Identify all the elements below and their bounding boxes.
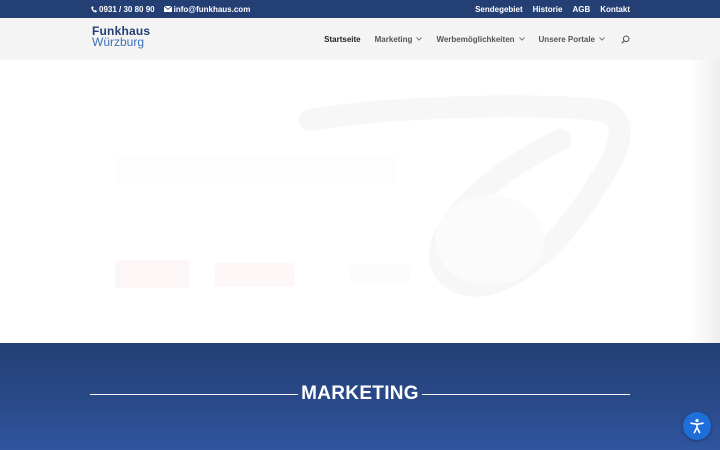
chevron-down-icon [518,37,525,41]
nav-label: Werbemöglichkeiten [436,34,515,44]
nav-label: Unsere Portale [538,34,595,44]
top-link-sendegebiet[interactable]: Sendegebiet [475,5,523,14]
nav-label: Startseite [324,34,361,44]
site-logo[interactable]: Funkhaus Würzburg [92,25,150,49]
main-nav: Startseite Marketing Werbemöglichkeiten … [324,18,630,60]
phone-icon [91,6,97,13]
contact-info: 0931 / 30 80 90 info@funkhaus.com [91,0,250,18]
main-header: Funkhaus Würzburg Startseite Marketing W… [0,18,720,60]
mail-icon [163,6,172,12]
divider-left [90,394,298,395]
top-link-kontakt[interactable]: Kontakt [600,5,630,14]
chevron-down-icon [599,37,605,41]
top-link-agb[interactable]: AGB [572,5,590,14]
section-heading: MARKETING [301,383,419,404]
nav-item-unsere-portale[interactable]: Unsere Portale [539,35,605,44]
phone-number: 0931 / 30 80 90 [99,4,155,14]
hero-banner [0,60,720,343]
accessibility-icon [690,419,704,434]
nav-label: Marketing [374,34,413,44]
top-links: Sendegebiet Historie AGB Kontakt [475,0,630,18]
hero-edge-shade [690,60,720,343]
nav-item-marketing[interactable]: Marketing [375,35,423,44]
email-address: info@funkhaus.com [173,4,251,14]
divider-right [422,394,630,395]
logo-line2: Würzburg [92,35,145,49]
chevron-down-icon [416,37,423,41]
nav-item-werbemoeglichkeiten[interactable]: Werbemöglichkeiten [436,34,525,44]
search-icon[interactable] [621,35,630,44]
marketing-section: MARKETING [0,343,720,450]
accessibility-button[interactable] [683,412,711,440]
top-link-historie[interactable]: Historie [533,5,563,14]
email-link[interactable]: info@funkhaus.com [163,4,251,14]
hero-faded-graphic [115,95,631,297]
phone-link[interactable]: 0931 / 30 80 90 [91,5,155,14]
top-bar: 0931 / 30 80 90 info@funkhaus.com Sendeg… [0,0,720,18]
nav-item-startseite[interactable]: Startseite [324,35,360,44]
